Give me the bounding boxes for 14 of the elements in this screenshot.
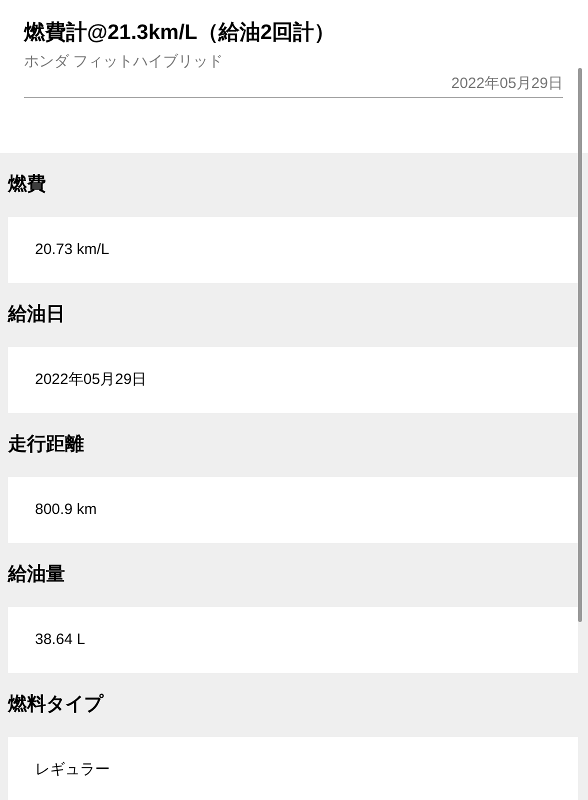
field-label: 燃料タイプ (8, 692, 103, 717)
field-value: レギュラー (8, 737, 578, 800)
field-label: 走行距離 (8, 432, 84, 457)
page-title: 燃費計@21.3km/L（給油2回計） (24, 20, 336, 46)
field-label: 給油量 (8, 562, 65, 587)
field-value: 20.73 km/L (8, 217, 578, 283)
field-value: 38.64 L (8, 607, 578, 673)
field-value: 800.9 km (8, 477, 578, 543)
scrollbar-thumb[interactable] (578, 68, 582, 622)
car-name: ホンダ フィットハイブリッド (24, 52, 224, 72)
field-value: 2022年05月29日 (8, 347, 578, 413)
field-label: 燃費 (8, 172, 46, 197)
date-text: 2022年05月29日 (451, 74, 563, 94)
field-label: 給油日 (8, 302, 65, 327)
